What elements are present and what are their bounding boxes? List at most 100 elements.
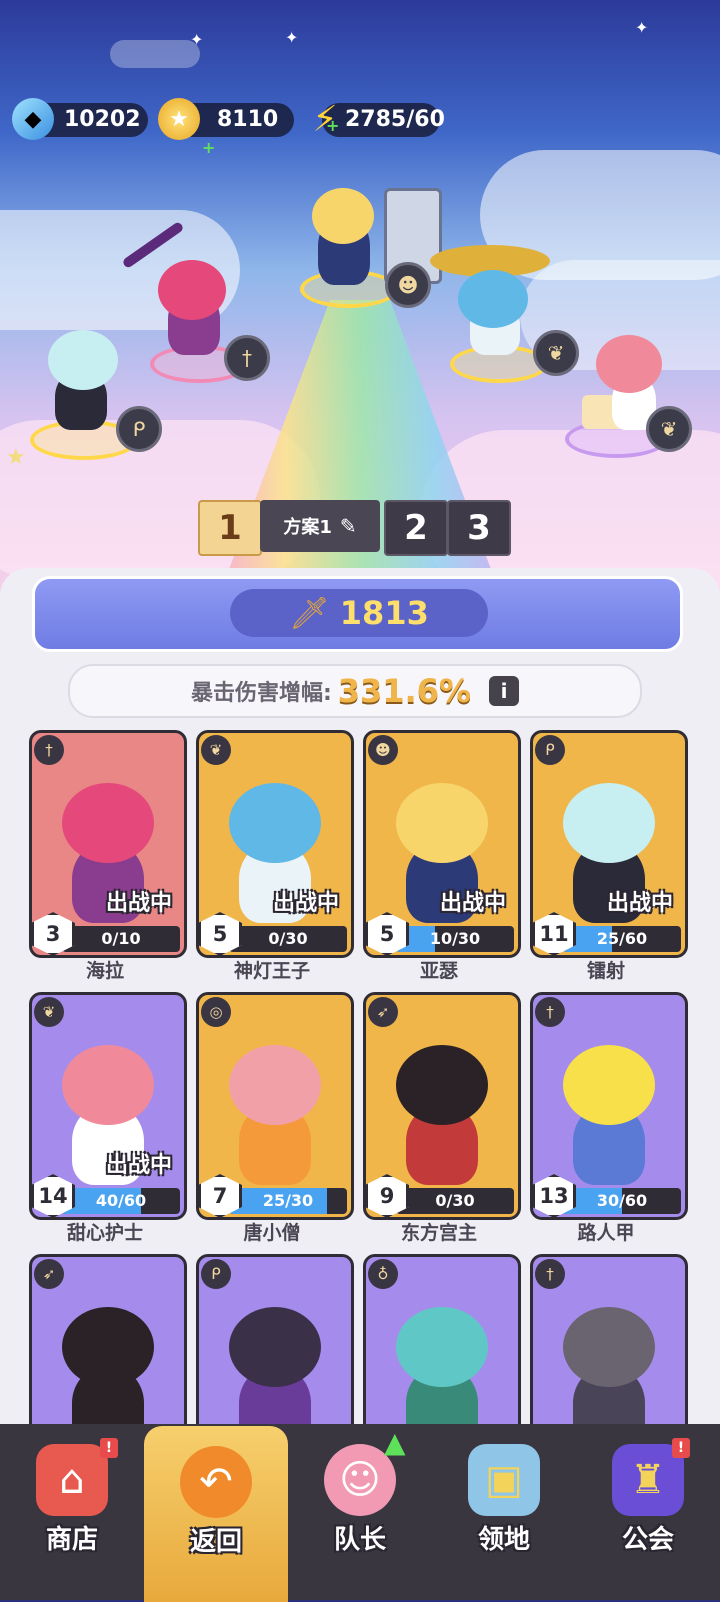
nav-captain[interactable]: ☺ ▲ 队长 <box>288 1424 432 1600</box>
shard-progress-bar: 40/60 <box>62 1188 180 1214</box>
hero-head <box>596 335 662 393</box>
shop-icon: ⌂ <box>36 1444 108 1516</box>
plan-tab-2[interactable]: 2 <box>384 500 448 556</box>
lightning-icon: ⚡ <box>312 98 338 140</box>
progress-text: 25/30 <box>262 1191 314 1210</box>
hero-portrait <box>62 1307 154 1387</box>
hero-name: 甜心护士 <box>66 1222 143 1244</box>
sword-icon: 🗡 <box>289 594 330 632</box>
upgrade-arrow-icon: ▲ <box>384 1426 406 1459</box>
hero-head <box>312 188 374 244</box>
star-icon: ✦ <box>190 30 204 49</box>
hero-card[interactable]: ◎ 25/30 7 <box>196 992 354 1220</box>
hero-card[interactable]: ᑭ 出战中 25/60 11 <box>530 730 688 958</box>
bow-icon: ➶ <box>34 1259 64 1289</box>
battle-scene: ✦ ✦ ✦ ★ ◆ 10202 ★ + 8110 ⚡ + 2785/60 ☻ †… <box>0 0 720 600</box>
magic-icon: ᑭ <box>201 1259 231 1289</box>
nav-label: 公会 <box>621 1525 674 1555</box>
hero-head <box>48 330 118 390</box>
dagger-icon: † <box>535 997 565 1027</box>
crit-bonus: 暴击伤害增幅: 331.6% i <box>68 664 642 718</box>
shard-progress-bar: 0/10 <box>62 926 180 952</box>
hero-portrait <box>563 1045 655 1125</box>
hero-card[interactable]: ➶ 0/30 9 <box>363 992 521 1220</box>
hero-head <box>158 260 226 320</box>
bow-icon: ➶ <box>368 997 398 1027</box>
plan-tab-1[interactable]: 1 <box>198 500 262 556</box>
plan-tabs: 1 方案1 ✎ 2 3 <box>198 500 511 556</box>
shard-progress-bar: 30/60 <box>563 1188 681 1214</box>
progress-text: 0/30 <box>435 1191 475 1210</box>
wings-icon: ❦ <box>533 330 579 376</box>
power-header: 🗡 1813 <box>32 576 683 652</box>
hero-name: 唐小僧 <box>243 1222 301 1244</box>
notification-badge: ! <box>100 1438 118 1458</box>
plan-name[interactable]: 方案1 ✎ <box>260 500 380 552</box>
hero-portrait <box>229 783 321 863</box>
nav-shop[interactable]: ⌂ ! 商店 <box>0 1424 144 1600</box>
nav-label: 返回 <box>189 1527 242 1557</box>
hero-head <box>458 270 528 328</box>
diamond-count: 10202 <box>64 107 141 132</box>
hero-name: 神灯王子 <box>233 960 310 982</box>
magic-icon: ᑭ <box>116 406 162 452</box>
in-battle-badge: 出战中 <box>439 891 506 916</box>
hero-card[interactable]: ☻ 出战中 10/30 5 <box>363 730 521 958</box>
hero-portrait <box>62 1045 154 1125</box>
add-energy-icon[interactable]: + <box>326 116 339 135</box>
in-battle-badge: 出战中 <box>105 1153 172 1178</box>
edit-icon[interactable]: ✎ <box>340 514 357 538</box>
potion-icon: ♁ <box>368 1259 398 1289</box>
in-battle-badge: 出战中 <box>105 891 172 916</box>
energy-count: 2785/60 <box>345 107 445 132</box>
wings-icon: ❦ <box>201 735 231 765</box>
hero-portrait <box>396 1307 488 1387</box>
nav-guild[interactable]: ♜ ! 公会 <box>576 1424 720 1600</box>
power-pill: 🗡 1813 <box>230 589 488 637</box>
dagger-icon: † <box>34 735 64 765</box>
wings-icon: ❦ <box>646 406 692 452</box>
wings-icon: ❦ <box>34 997 64 1027</box>
hero-name: 镭射 <box>586 960 625 982</box>
hero-card[interactable]: † 30/60 13 <box>530 992 688 1220</box>
territory-icon: ▣ <box>468 1444 540 1516</box>
mask-icon: ☻ <box>368 735 398 765</box>
shard-progress-bar: 25/30 <box>229 1188 347 1214</box>
info-icon[interactable]: i <box>489 676 520 706</box>
dagger-icon: † <box>535 1259 565 1289</box>
hero-card[interactable]: ❦ 出战中 40/60 14 <box>29 992 187 1220</box>
notification-badge: ! <box>672 1438 690 1458</box>
crit-value: 331.6% <box>337 672 472 710</box>
hero-portrait <box>563 783 655 863</box>
hero-name: 海拉 <box>85 960 124 982</box>
nav-label: 队长 <box>333 1525 386 1555</box>
nav-label: 领地 <box>477 1525 530 1555</box>
progress-text: 25/60 <box>596 929 648 948</box>
hero-name: 路人甲 <box>577 1222 635 1244</box>
progress-text: 30/60 <box>596 1191 648 1210</box>
hero-card[interactable]: ❦ 出战中 0/30 5 <box>196 730 354 958</box>
back-icon: ↶ <box>180 1446 252 1518</box>
hero-portrait <box>396 783 488 863</box>
crit-label: 暴击伤害增幅: <box>190 681 332 706</box>
nav-territory[interactable]: ▣ 领地 <box>432 1424 576 1600</box>
hero-card[interactable]: † 出战中 0/10 3 <box>29 730 187 958</box>
hero-portrait <box>62 783 154 863</box>
add-coin-icon[interactable]: + <box>202 138 215 157</box>
coin-count: 8110 <box>217 107 279 132</box>
plan-tab-3[interactable]: 3 <box>447 500 511 556</box>
progress-text: 0/30 <box>268 929 308 948</box>
nav-back[interactable]: ↶ 返回 <box>144 1426 288 1602</box>
plan-name-label: 方案1 <box>283 517 332 538</box>
hero-portrait <box>563 1307 655 1387</box>
progress-text: 0/10 <box>101 929 141 948</box>
swirl-icon: ◎ <box>201 997 231 1027</box>
hero-portrait <box>396 1045 488 1125</box>
hero-name: 亚瑟 <box>419 960 458 982</box>
shard-progress-bar: 0/30 <box>229 926 347 952</box>
dagger-icon: † <box>224 335 270 381</box>
nav-label: 商店 <box>45 1525 98 1555</box>
bottom-nav: ⌂ ! 商店 ↶ 返回 ☺ ▲ 队长 ▣ 领地 ♜ ! 公会 <box>0 1424 720 1602</box>
progress-text: 40/60 <box>95 1191 147 1210</box>
shard-progress-bar: 0/30 <box>396 1188 514 1214</box>
